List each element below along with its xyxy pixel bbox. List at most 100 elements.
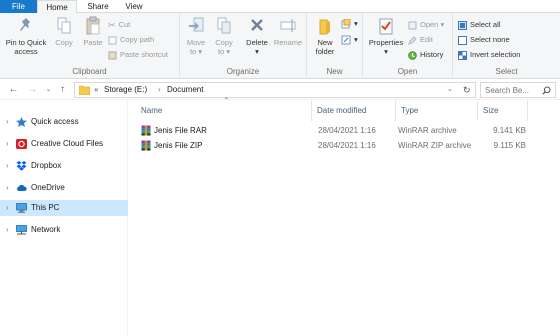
- chevron-right-icon: ›: [6, 117, 9, 126]
- tab-home[interactable]: Home: [37, 0, 77, 14]
- address-bar[interactable]: « Storage (E:) › Document ⌄ ↻: [74, 82, 476, 98]
- new-folder-label-line2: folder: [315, 47, 335, 56]
- chevron-down-icon: ▾: [354, 35, 358, 44]
- rename-label: Rename: [273, 38, 303, 47]
- back-arrow-icon: ←: [8, 84, 19, 95]
- select-all-label: Select all: [470, 20, 501, 29]
- ribbon-tab-bar: File Home Share View: [0, 0, 560, 14]
- delete-icon: [251, 19, 263, 31]
- breadcrumb-storage[interactable]: Storage (E:): [104, 83, 147, 97]
- tab-view[interactable]: View: [117, 0, 151, 13]
- select-none-button[interactable]: Select none: [458, 34, 510, 46]
- recent-locations-button[interactable]: ⌄: [42, 82, 55, 97]
- navigation-pane: › Quick access › Creative Cloud Files › …: [0, 101, 128, 336]
- easy-access-button[interactable]: ▾: [341, 34, 358, 46]
- file-date-modified: 28/04/2021 1:16: [318, 126, 376, 135]
- new-folder-label-line1: New: [317, 38, 333, 47]
- pin-to-quick-access-button[interactable]: Pin to Quick access: [3, 16, 49, 56]
- file-size: 9.141 KB: [493, 126, 526, 135]
- copy-path-button[interactable]: Copy path: [108, 34, 154, 46]
- new-item-button[interactable]: ▾: [341, 18, 358, 30]
- creative-cloud-icon: [16, 139, 27, 149]
- select-none-label: Select none: [470, 35, 510, 44]
- invert-selection-icon: [458, 50, 467, 60]
- delete-label: Delete: [246, 38, 268, 47]
- column-header-date-modified[interactable]: Date modified: [312, 101, 396, 121]
- copy-to-label-line1: Copy: [215, 38, 233, 47]
- nav-item-onedrive[interactable]: › OneDrive: [0, 180, 128, 196]
- history-label: History: [420, 50, 444, 59]
- back-button[interactable]: ←: [7, 82, 20, 97]
- cloud-icon: [17, 184, 27, 191]
- chevron-down-icon: ▾: [226, 47, 231, 56]
- move-to-button[interactable]: Move to ▾: [183, 16, 209, 56]
- address-row: ← → ⌄ ↑ « Storage (E:) › Document ⌄ ↻: [0, 79, 560, 100]
- address-dropdown-button[interactable]: ⌄: [447, 83, 453, 97]
- dropbox-icon: [16, 161, 27, 171]
- chevron-right-icon: ›: [6, 203, 9, 212]
- move-to-label-line2: to: [189, 47, 197, 56]
- paste-shortcut-icon: [108, 51, 117, 60]
- paste-shortcut-button[interactable]: Paste shortcut: [108, 49, 168, 61]
- properties-button[interactable]: Properties ▾: [366, 16, 406, 56]
- chevron-right-icon: ›: [6, 161, 9, 170]
- breadcrumb-separator[interactable]: ›: [158, 83, 161, 97]
- nav-label-onedrive: OneDrive: [31, 183, 65, 192]
- open-label: Open: [420, 20, 439, 29]
- nav-item-dropbox[interactable]: › Dropbox: [0, 158, 128, 174]
- new-folder-icon: [319, 19, 330, 35]
- file-row[interactable]: Jenis File RAR 28/04/2021 1:16 WinRAR ar…: [130, 124, 560, 137]
- move-to-icon: [189, 17, 204, 32]
- file-list: ⌃ Name Date modified Type Size Jenis Fil…: [130, 96, 560, 336]
- select-all-button[interactable]: Select all: [458, 19, 500, 31]
- network-icon: [16, 225, 27, 235]
- paste-icon: [86, 16, 100, 35]
- rename-button[interactable]: Rename: [273, 16, 303, 47]
- nav-item-this-pc[interactable]: › This PC: [0, 200, 128, 216]
- breadcrumb-overflow[interactable]: «: [94, 83, 98, 97]
- winrar-zip-icon: [141, 140, 151, 151]
- column-header-size[interactable]: Size: [478, 101, 528, 121]
- up-button[interactable]: ↑: [56, 82, 69, 97]
- nav-label-network: Network: [31, 225, 61, 234]
- copy-path-icon: [108, 36, 117, 45]
- pin-icon: [20, 18, 30, 31]
- search-input[interactable]: [485, 84, 541, 96]
- refresh-button[interactable]: ↻: [463, 83, 471, 97]
- column-header-name[interactable]: Name: [136, 101, 312, 121]
- column-header-type[interactable]: Type: [396, 101, 478, 121]
- refresh-icon: ↻: [463, 85, 471, 95]
- new-folder-button[interactable]: New folder: [311, 16, 339, 56]
- edit-button[interactable]: Edit: [408, 34, 433, 46]
- copy-to-label-line2: to: [217, 47, 225, 56]
- copy-to-button[interactable]: Copy to ▾: [211, 16, 237, 56]
- history-button[interactable]: History: [408, 49, 443, 61]
- chevron-down-icon: ▾: [255, 47, 259, 56]
- copy-icon: [57, 17, 71, 34]
- open-button[interactable]: Open ▾: [408, 19, 444, 31]
- nav-item-quick-access[interactable]: › Quick access: [0, 114, 128, 130]
- new-group: New folder ▾ ▾ New: [307, 13, 363, 79]
- pin-label-line1: Pin to Quick: [5, 38, 47, 47]
- cut-button[interactable]: ✂ Cut: [108, 19, 130, 31]
- chevron-down-icon: ▾: [440, 20, 445, 29]
- cut-label: Cut: [118, 20, 131, 29]
- open-group-label: Open: [397, 67, 418, 76]
- ribbon: Pin to Quick access Copy Paste ✂ Cut Copy…: [0, 13, 560, 79]
- tab-file[interactable]: File: [0, 0, 37, 13]
- delete-button[interactable]: Delete ▾: [242, 16, 272, 56]
- select-none-icon: [458, 35, 467, 45]
- invert-selection-label: Invert selection: [470, 50, 521, 59]
- forward-button[interactable]: →: [26, 82, 39, 97]
- copy-button[interactable]: Copy: [51, 16, 77, 47]
- properties-label: Properties: [368, 38, 404, 47]
- file-row[interactable]: Jenis File ZIP 28/04/2021 1:16 WinRAR ZI…: [130, 139, 560, 152]
- invert-selection-button[interactable]: Invert selection: [458, 49, 520, 61]
- paste-button[interactable]: Paste: [80, 16, 106, 47]
- nav-item-creative-cloud-files[interactable]: › Creative Cloud Files: [0, 136, 128, 152]
- nav-label-this-pc: This PC: [31, 203, 60, 212]
- file-size: 9.115 KB: [493, 141, 526, 150]
- tab-share[interactable]: Share: [80, 0, 116, 13]
- nav-item-network[interactable]: › Network: [0, 222, 128, 238]
- breadcrumb-document[interactable]: Document: [167, 83, 203, 97]
